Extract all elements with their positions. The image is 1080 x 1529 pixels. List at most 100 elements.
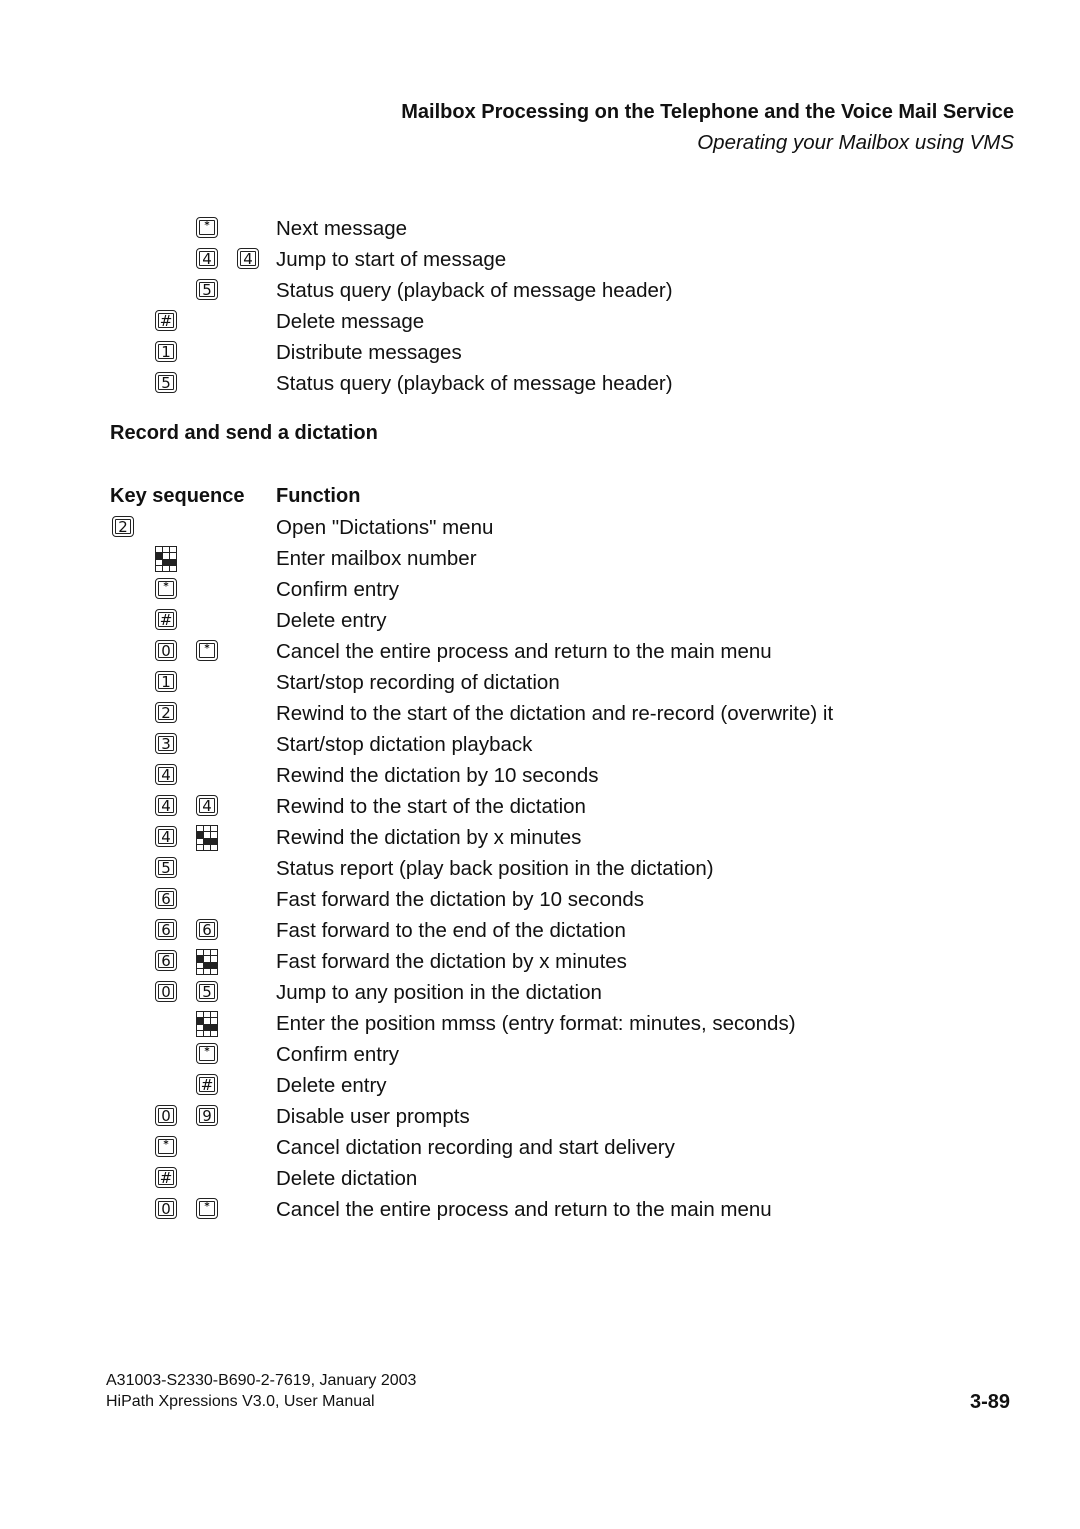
column-header-function: Function [276,485,361,507]
table-row: 4 4 Jump to start of message [0,246,1080,277]
function-description: Rewind to the start of the dictation [276,795,586,818]
key-4-icon: 4 [196,795,218,816]
table-row: # Delete message [0,308,1080,339]
key-label: * [158,581,174,596]
key-label: * [158,1139,174,1154]
key-label: 0 [158,643,174,659]
key-label: 5 [158,860,174,876]
key-4-icon: 4 [237,248,259,269]
column-header-key-sequence: Key sequence [110,485,245,507]
table-row: 5 Status report (play back position in th… [0,855,1080,886]
table-row: 5 Status query (playback of message heade… [0,370,1080,401]
table-row: 4 Rewind the dictation by x minutes [0,824,1080,855]
hash-key-icon: # [196,1074,218,1095]
key-label: * [199,1201,215,1216]
table-row: 1 Distribute messages [0,339,1080,370]
function-description: Disable user prompts [276,1105,470,1128]
key-label: 5 [158,375,174,391]
key-9-icon: 9 [196,1105,218,1126]
table-row: * Cancel dictation recording and start de… [0,1134,1080,1165]
key-label: # [158,1169,174,1187]
function-description: Jump to start of message [276,248,507,271]
key-5-icon: 5 [196,279,218,300]
hash-key-icon: # [155,1167,177,1188]
key-label: 4 [158,829,174,845]
key-4-icon: 4 [155,826,177,847]
table-row: 0 5 Jump to any position in the dictation [0,979,1080,1010]
key-label: 2 [158,705,174,721]
function-description: Delete dictation [276,1167,418,1190]
key-label: 6 [158,953,174,969]
star-key-icon: * [196,217,218,238]
function-description: Open "Dictations" menu [276,516,494,539]
table-row: 6 Fast forward the dictation by x minutes [0,948,1080,979]
key-label: 4 [199,251,215,267]
key-4-icon: 4 [155,795,177,816]
star-key-icon: * [155,578,177,599]
key-0-icon: 0 [155,640,177,661]
function-description: Cancel the entire process and return to … [276,1198,772,1221]
table-row: 4 Rewind the dictation by 10 seconds [0,762,1080,793]
table-row: Enter mailbox number [0,545,1080,576]
table-row: * Confirm entry [0,1041,1080,1072]
key-label: 2 [115,519,131,535]
key-label: 6 [158,922,174,938]
table-row: 6 Fast forward the dictation by 10 second… [0,886,1080,917]
key-5-icon: 5 [196,981,218,1002]
key-label: 4 [158,798,174,814]
keypad-icon [196,949,218,975]
key-label: 4 [199,798,215,814]
hash-key-icon: # [155,310,177,331]
keypad-icon [196,1011,218,1037]
hash-key-icon: # [155,609,177,630]
table-row: 0 * Cancel the entire process and return t… [0,638,1080,669]
key-label: 6 [199,922,215,938]
key-4-icon: 4 [196,248,218,269]
function-description: Distribute messages [276,341,462,364]
table-row: 0 9 Disable user prompts [0,1103,1080,1134]
key-3-icon: 3 [155,733,177,754]
key-6-icon: 6 [155,888,177,909]
function-description: Delete entry [276,609,387,632]
function-description: Start/stop recording of dictation [276,671,560,694]
key-label: 4 [158,767,174,783]
table-row: 3 Start/stop dictation playback [0,731,1080,762]
section-subtitle: Operating your Mailbox using VMS [697,131,1014,154]
key-label: 5 [199,282,215,298]
function-description: Confirm entry [276,1043,400,1066]
key-0-icon: 0 [155,1105,177,1126]
function-description: Status query (playback of message header… [276,279,673,302]
function-description: Start/stop dictation playback [276,733,533,756]
function-description: Delete message [276,310,425,333]
key-0-icon: 0 [155,981,177,1002]
key-2-icon: 2 [112,516,134,537]
table-row: # Delete dictation [0,1165,1080,1196]
star-key-icon: * [196,640,218,661]
keypad-icon [196,825,218,851]
star-key-icon: * [155,1136,177,1157]
table-row: * Next message [0,215,1080,246]
key-1-icon: 1 [155,671,177,692]
key-6-icon: 6 [155,919,177,940]
key-label: 1 [158,344,174,360]
function-description: Fast forward the dictation by 10 seconds [276,888,645,911]
key-2-icon: 2 [155,702,177,723]
table-row: * Confirm entry [0,576,1080,607]
key-5-icon: 5 [155,372,177,393]
table-row: 5 Status query (playback of message heade… [0,277,1080,308]
table-row: 2 Open "Dictations" menu [0,514,1080,545]
key-label: 6 [158,891,174,907]
key-label: # [158,312,174,330]
function-description: Rewind to the start of the dictation and… [276,702,834,725]
function-description: Enter mailbox number [276,547,477,570]
function-description: Fast forward to the end of the dictation [276,919,626,942]
table-row: # Delete entry [0,607,1080,638]
key-label: 0 [158,1108,174,1124]
function-description: Rewind the dictation by x minutes [276,826,582,849]
key-label: # [158,611,174,629]
key-5-icon: 5 [155,857,177,878]
table-row: 1 Start/stop recording of dictation [0,669,1080,700]
star-key-icon: * [196,1198,218,1219]
section-heading: Record and send a dictation [110,422,378,444]
key-0-icon: 0 [155,1198,177,1219]
